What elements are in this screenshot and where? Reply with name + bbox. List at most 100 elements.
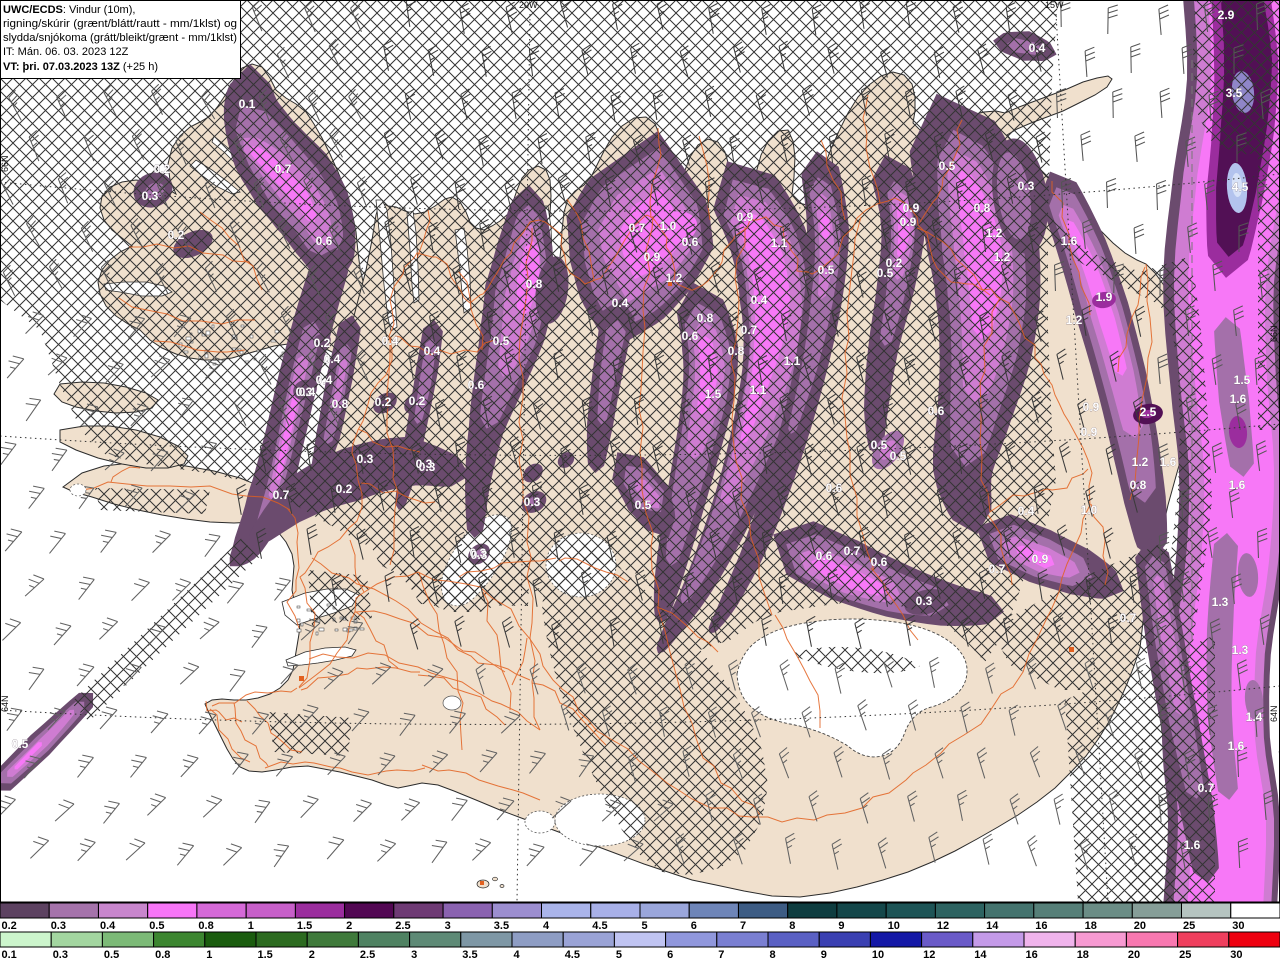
svg-text:0.8: 0.8 bbox=[198, 920, 213, 932]
svg-text:0.9: 0.9 bbox=[903, 201, 920, 215]
svg-text:14: 14 bbox=[974, 949, 987, 960]
svg-text:0.5: 0.5 bbox=[818, 263, 835, 277]
svg-text:0.3: 0.3 bbox=[51, 920, 66, 932]
svg-text:2.5: 2.5 bbox=[1140, 405, 1157, 419]
svg-text:0.3: 0.3 bbox=[916, 594, 933, 608]
svg-text:1.6: 1.6 bbox=[1184, 838, 1201, 852]
svg-text:1.2: 1.2 bbox=[1066, 313, 1083, 327]
svg-text:0.9: 0.9 bbox=[737, 210, 754, 224]
svg-text:1.0: 1.0 bbox=[660, 219, 677, 233]
svg-text:18: 18 bbox=[1077, 949, 1089, 960]
svg-text:0.7: 0.7 bbox=[273, 488, 290, 502]
svg-text:2.5: 2.5 bbox=[395, 920, 410, 932]
svg-text:2.5: 2.5 bbox=[360, 949, 375, 960]
svg-text:0.6: 0.6 bbox=[928, 404, 945, 418]
svg-text:1.6: 1.6 bbox=[1228, 739, 1245, 753]
svg-text:0.3: 0.3 bbox=[1018, 179, 1035, 193]
svg-text:64N: 64N bbox=[1269, 705, 1279, 722]
svg-text:12: 12 bbox=[937, 920, 949, 932]
svg-text:1: 1 bbox=[206, 949, 212, 960]
svg-text:0.9: 0.9 bbox=[900, 215, 917, 229]
svg-text:1.6: 1.6 bbox=[1061, 234, 1078, 248]
svg-text:0.5: 0.5 bbox=[635, 498, 652, 512]
svg-text:0.7: 0.7 bbox=[844, 544, 861, 558]
svg-text:3.5: 3.5 bbox=[462, 949, 477, 960]
svg-text:9: 9 bbox=[821, 949, 827, 960]
svg-text:1.1: 1.1 bbox=[784, 354, 801, 368]
svg-text:IT: Mán. 06. 03. 2023 12Z: IT: Mán. 06. 03. 2023 12Z bbox=[3, 46, 129, 58]
svg-text:10: 10 bbox=[888, 920, 900, 932]
svg-text:10: 10 bbox=[872, 949, 884, 960]
svg-text:12: 12 bbox=[923, 949, 935, 960]
svg-text:1.1: 1.1 bbox=[750, 383, 767, 397]
svg-text:0.4: 0.4 bbox=[751, 293, 768, 307]
svg-text:0.8: 0.8 bbox=[697, 311, 714, 325]
svg-text:1.4: 1.4 bbox=[1246, 710, 1263, 724]
svg-text:20W: 20W bbox=[519, 0, 538, 10]
svg-text:0.8: 0.8 bbox=[526, 277, 543, 291]
svg-text:0.9: 0.9 bbox=[644, 250, 661, 264]
svg-text:0.1: 0.1 bbox=[239, 97, 256, 111]
svg-text:14: 14 bbox=[986, 920, 999, 932]
svg-text:0.8: 0.8 bbox=[332, 397, 349, 411]
svg-text:0.2: 0.2 bbox=[154, 162, 171, 176]
svg-text:0.6: 0.6 bbox=[682, 235, 699, 249]
svg-text:1.3: 1.3 bbox=[1212, 595, 1229, 609]
svg-text:1.0: 1.0 bbox=[1081, 503, 1098, 517]
svg-text:4.5: 4.5 bbox=[592, 920, 607, 932]
svg-text:0.7: 0.7 bbox=[741, 323, 758, 337]
svg-text:1.2: 1.2 bbox=[994, 250, 1011, 264]
svg-text:0.4: 0.4 bbox=[1018, 504, 1035, 518]
svg-text:0.2: 0.2 bbox=[168, 228, 185, 242]
svg-text:66N: 66N bbox=[1269, 325, 1279, 342]
svg-text:0.7: 0.7 bbox=[989, 562, 1006, 576]
svg-text:4: 4 bbox=[514, 949, 521, 960]
svg-text:0.7: 0.7 bbox=[629, 221, 646, 235]
svg-text:18: 18 bbox=[1085, 920, 1097, 932]
svg-text:1.5: 1.5 bbox=[258, 949, 273, 960]
svg-text:0.8: 0.8 bbox=[1130, 478, 1147, 492]
svg-text:3: 3 bbox=[445, 920, 451, 932]
svg-text:0.3: 0.3 bbox=[142, 189, 159, 203]
svg-text:0.6: 0.6 bbox=[682, 329, 699, 343]
svg-text:0.7: 0.7 bbox=[1120, 611, 1137, 625]
svg-text:0.9: 0.9 bbox=[1032, 552, 1049, 566]
svg-text:0.4: 0.4 bbox=[382, 334, 399, 348]
svg-text:0.2: 0.2 bbox=[409, 394, 426, 408]
svg-text:0.2: 0.2 bbox=[336, 482, 353, 496]
svg-text:5: 5 bbox=[642, 920, 648, 932]
svg-text:0.6: 0.6 bbox=[816, 549, 833, 563]
svg-text:0.9: 0.9 bbox=[1083, 400, 1100, 414]
svg-text:3.5: 3.5 bbox=[1226, 86, 1243, 100]
svg-text:0.2: 0.2 bbox=[314, 336, 331, 350]
svg-text:7: 7 bbox=[718, 949, 724, 960]
svg-text:0.5: 0.5 bbox=[104, 949, 119, 960]
svg-text:0.4: 0.4 bbox=[100, 920, 116, 932]
svg-text:20: 20 bbox=[1128, 949, 1140, 960]
svg-text:1.5: 1.5 bbox=[1234, 373, 1251, 387]
svg-text:slydda/snjókoma (grátt/bleikt/: slydda/snjókoma (grátt/bleikt/grænt - mm… bbox=[3, 32, 237, 44]
svg-text:1.9: 1.9 bbox=[1096, 290, 1113, 304]
svg-text:6: 6 bbox=[667, 949, 673, 960]
svg-text:0.1: 0.1 bbox=[2, 949, 17, 960]
svg-text:0.5: 0.5 bbox=[871, 438, 888, 452]
svg-text:UWC/ECDS: Vindur (10m),: UWC/ECDS: Vindur (10m), bbox=[3, 4, 135, 16]
svg-text:0.8: 0.8 bbox=[155, 949, 170, 960]
svg-text:0.9: 0.9 bbox=[1081, 425, 1098, 439]
svg-text:0.3: 0.3 bbox=[524, 495, 541, 509]
svg-text:30: 30 bbox=[1230, 949, 1242, 960]
svg-text:0.8: 0.8 bbox=[974, 201, 991, 215]
svg-text:3.5: 3.5 bbox=[494, 920, 509, 932]
svg-text:1.2: 1.2 bbox=[666, 271, 683, 285]
svg-text:6: 6 bbox=[691, 920, 697, 932]
svg-text:25: 25 bbox=[1179, 949, 1191, 960]
svg-text:0.4: 0.4 bbox=[1029, 41, 1046, 55]
svg-text:0.4: 0.4 bbox=[324, 352, 341, 366]
svg-text:0.4: 0.4 bbox=[612, 296, 629, 310]
svg-text:5: 5 bbox=[616, 949, 622, 960]
svg-text:0.5: 0.5 bbox=[12, 737, 29, 751]
svg-text:8: 8 bbox=[789, 920, 795, 932]
svg-text:0.6: 0.6 bbox=[871, 555, 888, 569]
svg-text:1.6: 1.6 bbox=[1230, 392, 1247, 406]
svg-text:7: 7 bbox=[740, 920, 746, 932]
